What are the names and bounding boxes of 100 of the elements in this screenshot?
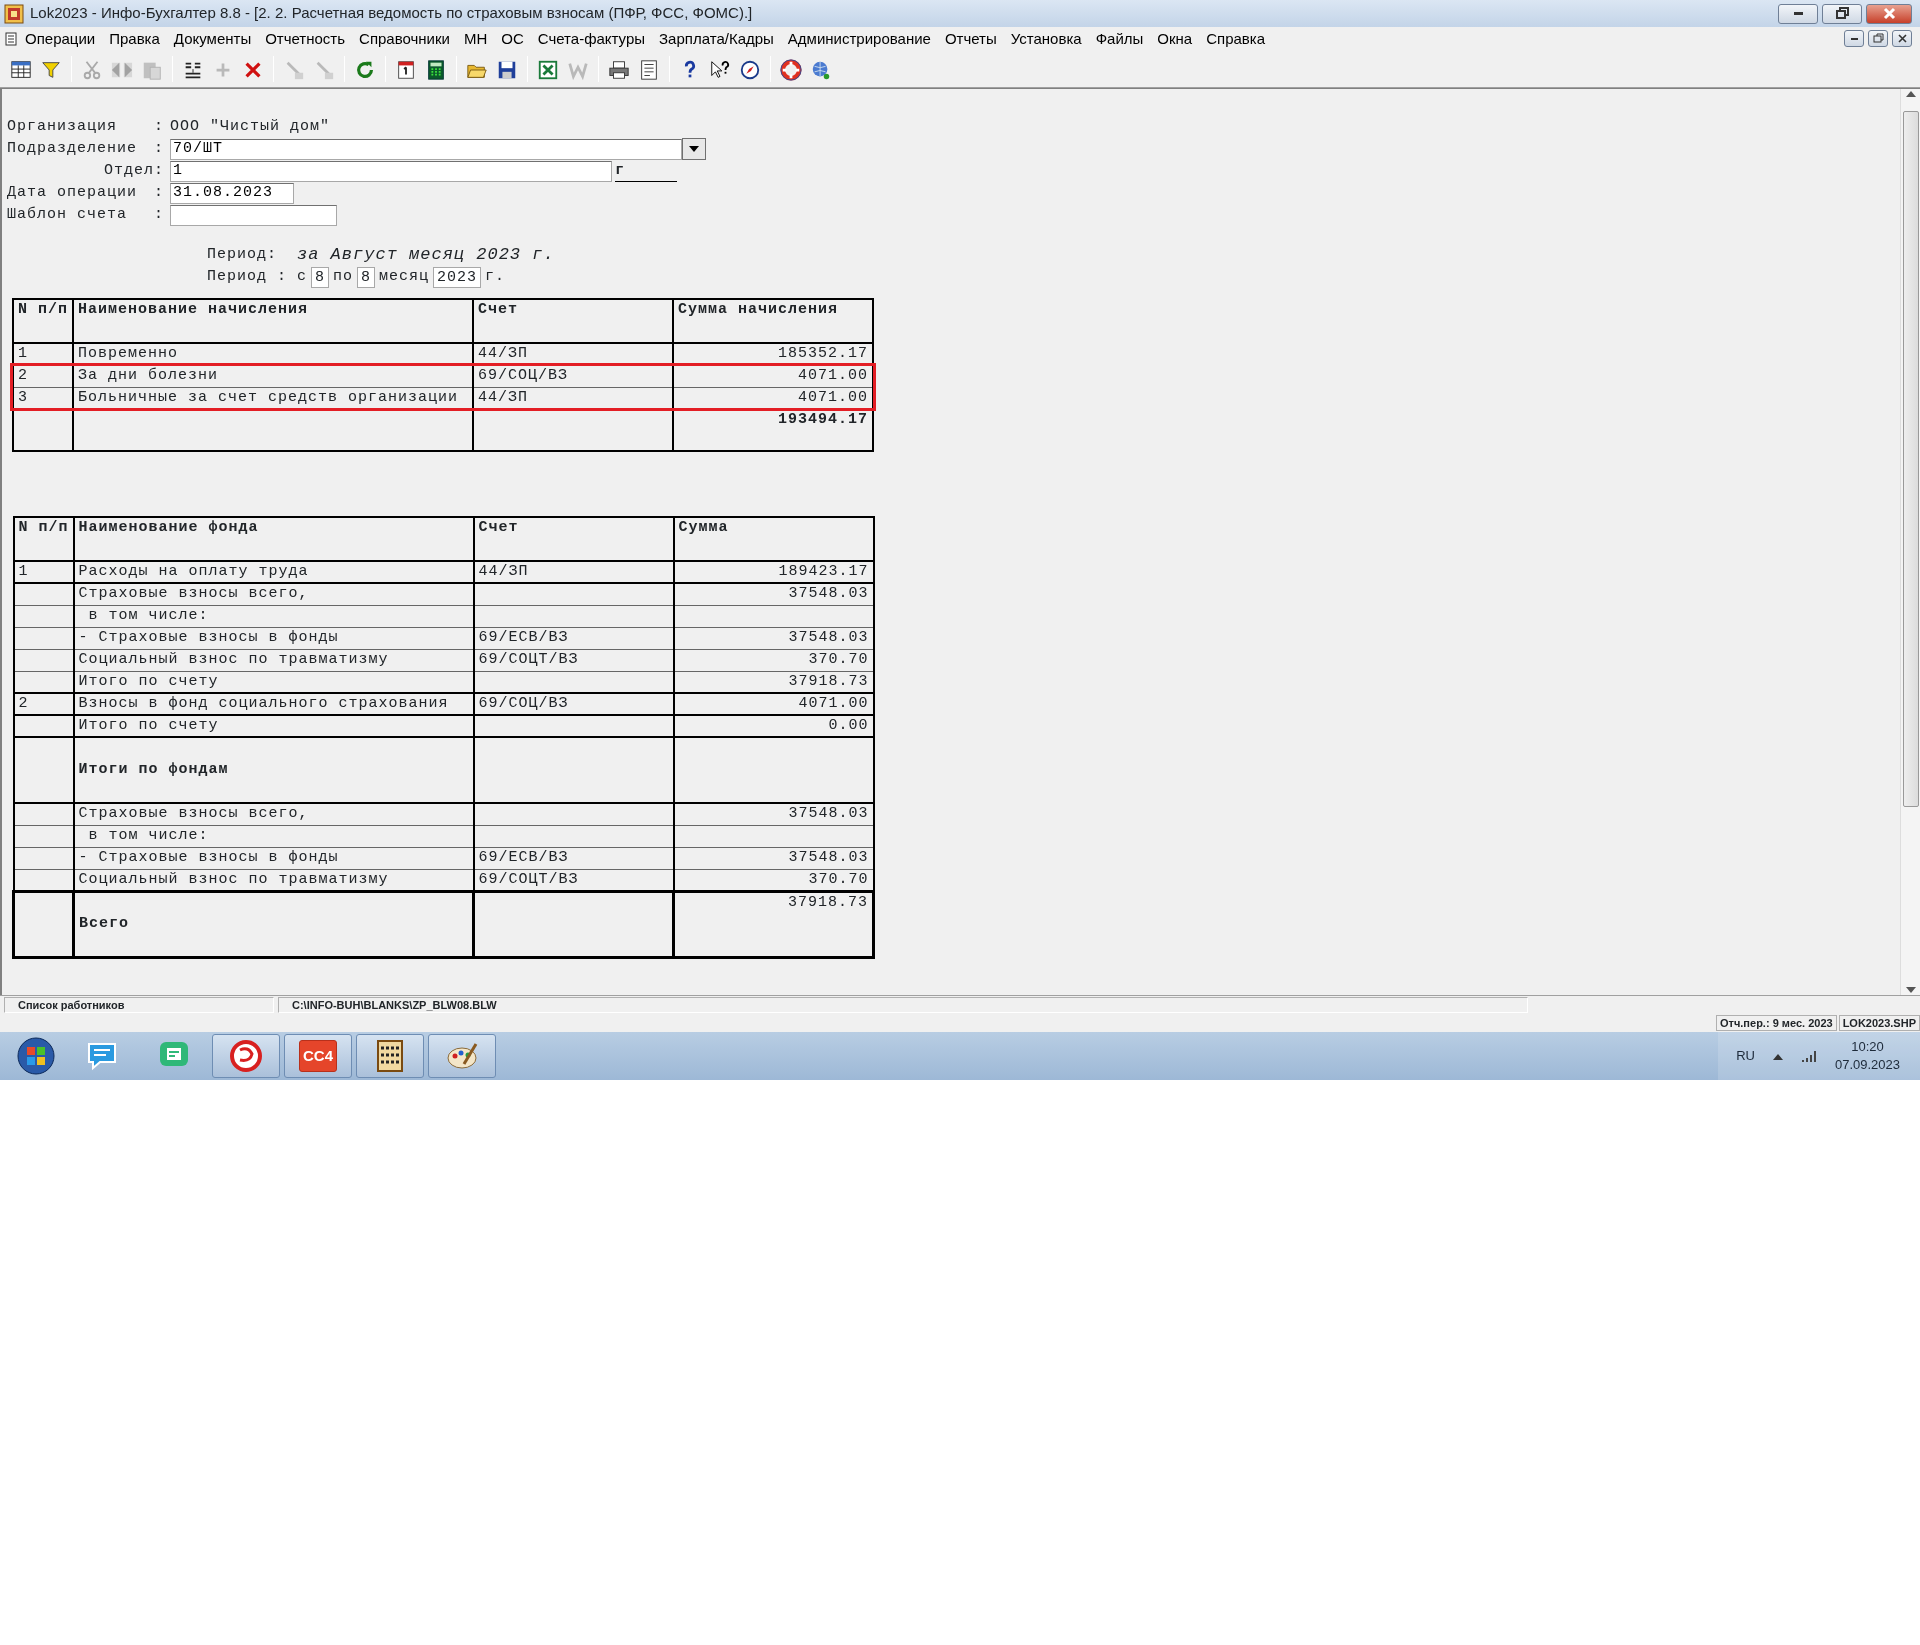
column-header: Счет: [478, 519, 519, 536]
table-cell: 37548.03: [788, 628, 869, 646]
row-number: 1: [18, 345, 28, 362]
table-cell: Социальный взнос по травматизму: [78, 870, 389, 888]
tray-arrow-icon[interactable]: [1772, 1052, 1783, 1060]
row-number: 1: [18, 563, 29, 580]
close-button[interactable]: [1866, 3, 1912, 24]
year-field[interactable]: 2023: [433, 266, 482, 288]
menu-item[interactable]: Установка: [1003, 28, 1089, 49]
table-cell: 44/ЗП: [478, 563, 529, 580]
table-cell: 37548.03: [788, 848, 869, 866]
menu-item[interactable]: Зарплата/Кадры: [652, 28, 781, 49]
minimize-button[interactable]: [1844, 30, 1864, 47]
period-label: Период:: [207, 244, 277, 265]
table-cell: 370.70: [808, 650, 869, 668]
clock-date[interactable]: 07.09.2023: [1834, 1056, 1900, 1074]
period-label: по: [333, 266, 354, 287]
input-field[interactable]: 1: [170, 160, 612, 182]
window-title: Lok2023 - Инфо-Бухгалтер 8.8 - [2. 2. Расчетная ведомость по страховым взносам (ПФР, ФСС, ФОМС).]: [30, 3, 754, 24]
table-cell: 37548.03: [788, 805, 869, 822]
field-value: ООО "Чистый дом": [170, 116, 331, 137]
field-suffix: г: [615, 160, 677, 182]
taskbar-app[interactable]: [356, 1034, 424, 1078]
menu-item[interactable]: Окна: [1150, 28, 1200, 49]
table-cell: 69/СОЦ/ВЗ: [478, 695, 569, 712]
status-panel: Список работников: [4, 997, 274, 1013]
menu-item[interactable]: Операции: [18, 28, 103, 49]
table-cell: Итого по счету: [78, 672, 219, 690]
menu-item[interactable]: Счета-фактуры: [530, 28, 653, 49]
menu-item[interactable]: Администрирование: [780, 28, 938, 49]
period-label: месяц: [379, 266, 430, 287]
caret-icon: [689, 146, 699, 152]
status-panel: Отч.пер.: 9 мес. 2023: [1716, 1015, 1837, 1031]
field-label: Организация: [7, 116, 119, 137]
minimize-icon: [1850, 37, 1858, 40]
menu-item[interactable]: Справочники: [352, 28, 457, 49]
table-cell: Взносы в фонд социального страхования: [78, 695, 449, 712]
scroll-down-icon: [1905, 987, 1916, 993]
dropdown-field[interactable]: 70/ШТ: [170, 138, 682, 160]
lifebuoy-icon: [780, 57, 802, 82]
table-cell: 69/ЕСВ/ВЗ: [478, 628, 569, 646]
menu-item[interactable]: МН: [456, 28, 495, 49]
table-cell: Итого по счету: [78, 717, 219, 734]
input-field[interactable]: [170, 204, 337, 226]
colon-separator: :: [154, 204, 165, 225]
table-cell: 4071.00: [798, 695, 869, 712]
table-cell: 44/ЗП: [478, 345, 529, 362]
app-icon: [4, 3, 24, 24]
colon-separator: :: [154, 138, 165, 159]
taskbar-app[interactable]: CC4: [284, 1034, 352, 1078]
table-cell: 0.00: [828, 717, 869, 734]
menu-item[interactable]: Отчеты: [937, 28, 1004, 49]
period-to-field[interactable]: 8: [357, 266, 376, 288]
table-cell: 37548.03: [788, 585, 869, 602]
clock-time[interactable]: 10:20: [1834, 1038, 1900, 1056]
column-header: Сумма: [678, 519, 729, 536]
app-logo: CC4: [299, 1039, 337, 1073]
menu-item[interactable]: ОС: [494, 28, 531, 49]
restore-button[interactable]: [1868, 30, 1888, 47]
signal-icon[interactable]: [1800, 1049, 1817, 1063]
table-cell: 37918.73: [788, 893, 868, 911]
menu-item[interactable]: Отчетность: [258, 28, 353, 49]
table-cell: Итоги по фондам: [78, 761, 229, 778]
menu-item[interactable]: Справка: [1199, 28, 1273, 49]
calculator-icon: [425, 57, 447, 82]
status-panel: LOK2023.SHP: [1838, 1015, 1920, 1031]
table-cell: Социальный взнос по травматизму: [78, 650, 389, 668]
minimize-button[interactable]: [1778, 3, 1818, 24]
restore-button[interactable]: [1822, 3, 1862, 24]
language-indicator[interactable]: RU: [1736, 1046, 1755, 1066]
column-header: Наименование начисления: [78, 301, 309, 318]
menu-item[interactable]: Документы: [166, 28, 259, 49]
row-number: 3: [18, 388, 28, 406]
start-orb-icon: [16, 1036, 56, 1076]
column-header: Сумма начисления: [678, 301, 839, 318]
menu-item[interactable]: Файлы: [1088, 28, 1151, 49]
input-field[interactable]: 31.08.2023: [170, 182, 294, 204]
table-cell: Всего: [79, 915, 130, 932]
scrollbar-thumb[interactable]: [1902, 111, 1919, 807]
vertical-scrollbar[interactable]: [1900, 89, 1920, 995]
table-cell: Страховые взносы всего,: [78, 805, 309, 822]
close-button[interactable]: [1892, 30, 1912, 47]
dropdown-button[interactable]: [682, 138, 706, 160]
table-cell: в том числе:: [88, 606, 209, 624]
table-cell: За дни болезни: [78, 366, 219, 384]
table-cell: - Страховые взносы в фонды: [78, 628, 339, 646]
table-cell: 370.70: [808, 870, 869, 888]
restore-icon: [1870, 31, 1886, 46]
field-label: Отдел: [103, 160, 154, 181]
menu-item[interactable]: Правка: [102, 28, 167, 49]
table-cell: Повременно: [78, 345, 179, 362]
column-header: N п/п: [18, 301, 68, 318]
table-cell: Расходы на оплату труда: [78, 563, 309, 580]
period-from-field[interactable]: 8: [311, 266, 330, 288]
status-panel: C:\INFO-BUH\BLANKS\ZP_BLW08.BLW: [278, 997, 1528, 1013]
colon-separator: :: [154, 116, 165, 137]
table-cell: 69/СОЦ/ВЗ: [478, 366, 569, 384]
table-cell: 44/ЗП: [478, 388, 529, 406]
table-cell: 4071.00: [798, 366, 868, 384]
table-cell: 69/СОЦТ/ВЗ: [478, 870, 579, 888]
